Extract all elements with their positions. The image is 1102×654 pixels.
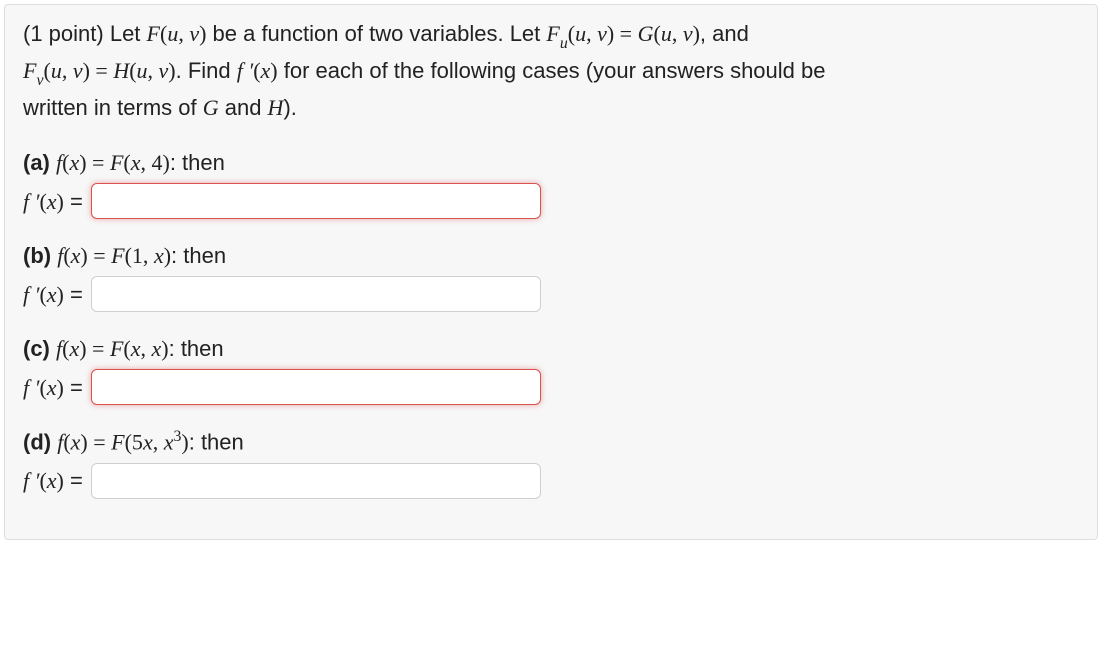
part-a-label: (a) — [23, 150, 56, 175]
part-c-fprime: f ′(x) = — [23, 371, 83, 404]
part-c-rhs: F — [110, 336, 123, 361]
part-a: (a) f(x) = F(x, 4): then f ′(x) = — [23, 146, 1079, 219]
part-c: (c) f(x) = F(x, x): then f ′(x) = — [23, 332, 1079, 405]
problem-intro: (1 point) Let F(u, v) be a function of t… — [23, 17, 1079, 124]
part-b-input[interactable] — [91, 276, 541, 312]
part-b-label: (b) — [23, 243, 57, 268]
points-label: (1 point) — [23, 21, 110, 46]
math-H: H — [113, 58, 129, 83]
math-Fuv: F — [147, 21, 160, 46]
math-G: G — [638, 21, 654, 46]
intro-text-1b: be a function of two variables. Let — [206, 21, 546, 46]
part-d-rhs: F — [111, 430, 124, 455]
part-b-then: : then — [171, 243, 226, 268]
part-c-label: (c) — [23, 336, 56, 361]
problem-panel: (1 point) Let F(u, v) be a function of t… — [4, 4, 1098, 540]
part-b-fprime: f ′(x) = — [23, 278, 83, 311]
part-b-rhs: F — [111, 243, 124, 268]
intro-text-1c: , and — [700, 21, 749, 46]
intro-text-2a: . Find — [176, 58, 237, 83]
intro-text-3mid: and — [219, 95, 268, 120]
math-Fv: Fv — [23, 58, 43, 83]
part-a-fprime: f ′(x) = — [23, 185, 83, 218]
part-d-input[interactable] — [91, 463, 541, 499]
intro-text-3: written in terms of — [23, 95, 203, 120]
math-fprime-intro: f ′ — [237, 58, 253, 83]
part-d-then: : then — [189, 430, 244, 455]
math-Fu: Fu — [546, 21, 567, 46]
part-c-then: : then — [169, 336, 224, 361]
part-a-then: : then — [170, 150, 225, 175]
math-H2: H — [268, 95, 284, 120]
part-d-fprime: f ′(x) = — [23, 464, 83, 497]
intro-text-1a: Let — [110, 21, 147, 46]
math-G2: G — [203, 95, 219, 120]
intro-text-3end: ). — [283, 95, 296, 120]
part-c-input[interactable] — [91, 369, 541, 405]
part-a-rhs: F — [110, 150, 123, 175]
part-d: (d) f(x) = F(5x, x3): then f ′(x) = — [23, 425, 1079, 498]
intro-text-2b: for each of the following cases (your an… — [278, 58, 826, 83]
part-a-input[interactable] — [91, 183, 541, 219]
part-b: (b) f(x) = F(1, x): then f ′(x) = — [23, 239, 1079, 312]
part-d-label: (d) — [23, 430, 57, 455]
